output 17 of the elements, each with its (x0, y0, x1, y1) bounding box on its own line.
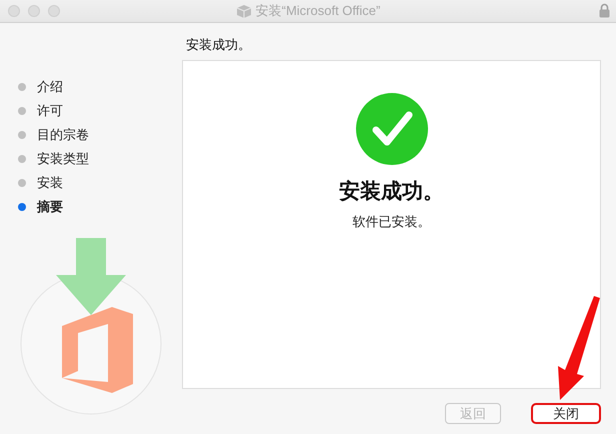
step-label: 许可 (37, 103, 63, 120)
step-label: 安装 (37, 175, 63, 192)
lock-icon (599, 3, 610, 18)
close-button[interactable]: 关闭 (531, 403, 601, 424)
package-icon (236, 4, 252, 18)
step-label: 目的宗卷 (37, 127, 89, 144)
window-title: 安装“Microsoft Office” (256, 2, 380, 20)
zoom-window-button[interactable] (48, 5, 60, 17)
minimize-window-button[interactable] (28, 5, 40, 17)
page-heading: 安装成功。 (186, 37, 252, 54)
checkmark-icon (356, 93, 428, 165)
step-label: 介绍 (37, 79, 63, 96)
success-message: 软件已安装。 (352, 214, 430, 231)
step-label: 安装类型 (37, 151, 89, 168)
close-window-button[interactable] (8, 5, 20, 17)
step-label: 摘要 (37, 198, 63, 216)
success-title: 安装成功。 (339, 178, 444, 205)
